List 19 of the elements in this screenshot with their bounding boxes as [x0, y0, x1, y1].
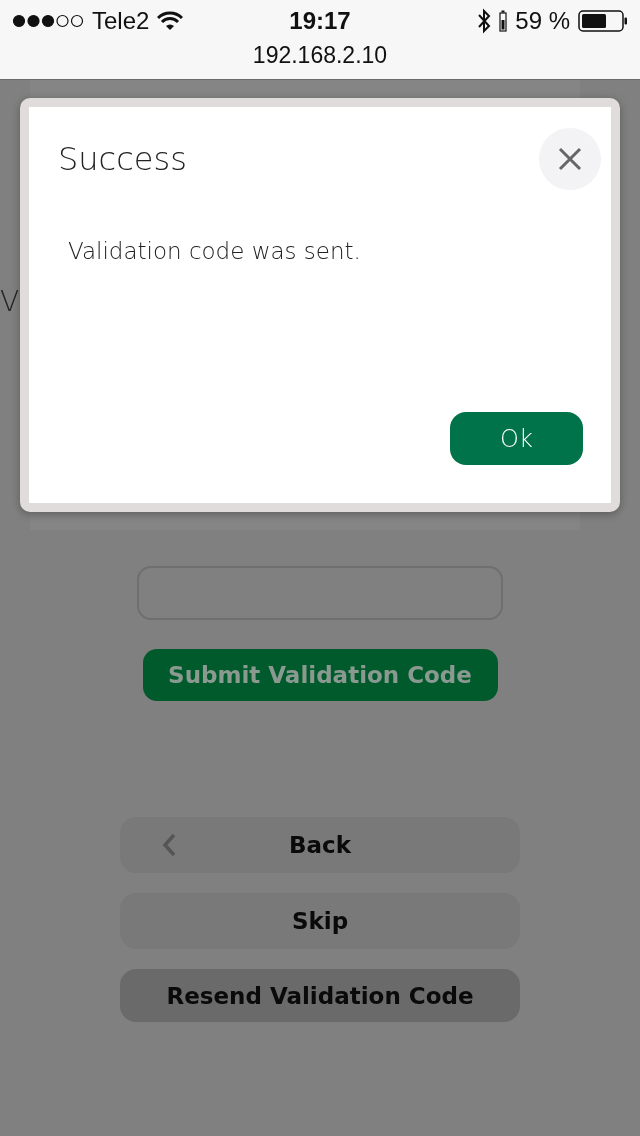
ok-button[interactable]: Ok	[450, 412, 583, 465]
carrier-name: Tele2	[92, 7, 150, 35]
page-address: 192.168.2.10	[252, 42, 388, 69]
chevron-left-icon	[162, 833, 176, 857]
dialog-title: Success	[58, 140, 187, 178]
dialog-message: Validation code was sent.	[68, 238, 362, 264]
battery-small-icon	[499, 10, 508, 32]
battery-icon	[578, 10, 628, 32]
action-button[interactable]: Skip	[120, 893, 520, 949]
wifi-icon	[157, 11, 184, 31]
battery-percentage: 59 %	[515, 7, 570, 35]
close-icon	[558, 147, 582, 171]
action-button[interactable]: Resend Validation Code	[120, 969, 520, 1022]
signal-icon	[12, 14, 84, 28]
back-button[interactable]: Back	[120, 817, 520, 873]
submit-button[interactable]: Submit Validation Code	[142, 649, 498, 701]
page-heading: V	[0, 285, 20, 318]
clock-time: 19:17	[289, 7, 351, 35]
bluetooth-icon	[477, 8, 492, 34]
